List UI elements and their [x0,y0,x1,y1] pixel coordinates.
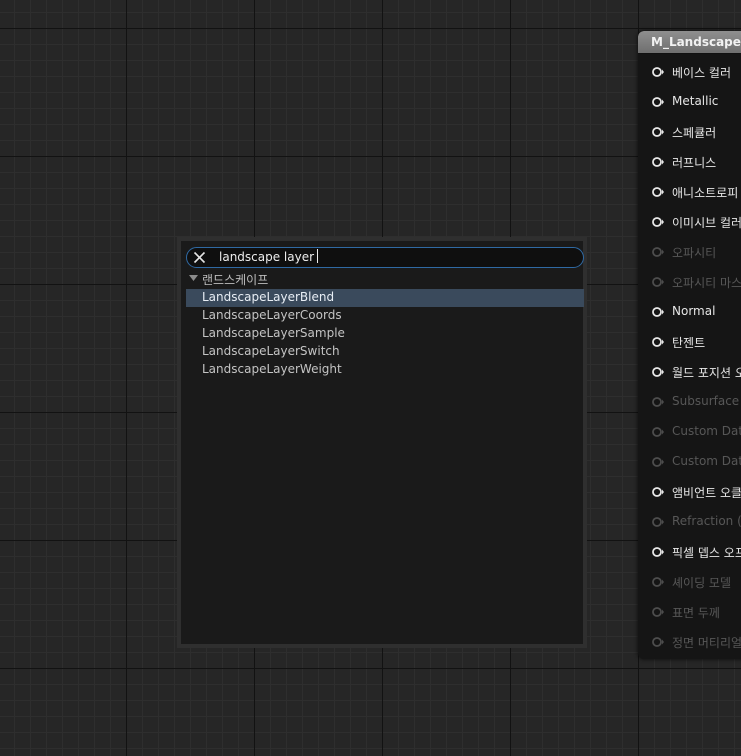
pin-label: Normal [672,304,716,318]
node-pin[interactable]: 오파시티 [638,242,741,262]
node-pin[interactable]: 정면 머티리얼 [638,632,741,652]
pin-connector-icon[interactable] [652,246,664,258]
node-pin[interactable]: Metallic [638,92,741,112]
node-pin[interactable]: 탄젠트 [638,332,741,352]
pin-label: 스페큘러 [672,126,717,140]
node-pin[interactable]: 애니소트로피 [638,182,741,202]
pin-connector-icon[interactable] [652,606,664,618]
action-menu: landscape layer 랜드스케이프 LandscapeLayerBle… [177,237,587,648]
result-label: LandscapeLayerSample [202,326,345,340]
pin-connector-icon[interactable] [652,216,664,228]
node-pin[interactable]: 월드 포지션 오프셋 [638,362,741,382]
category-header[interactable]: 랜드스케이프 [186,270,584,288]
node-pin[interactable]: 표면 두께 [638,602,741,622]
search-value: landscape layer [219,250,315,264]
action-menu-panel: landscape layer 랜드스케이프 LandscapeLayerBle… [181,241,584,644]
pin-label: 애니소트로피 [672,186,739,200]
pin-connector-icon[interactable] [652,336,664,348]
pin-label: 탄젠트 [672,336,706,350]
pin-connector-icon[interactable] [652,546,664,558]
pin-connector-icon[interactable] [652,276,664,288]
pin-connector-icon[interactable] [652,456,664,468]
pin-label: 월드 포지션 오프셋 [672,366,741,380]
collapse-arrow-icon[interactable] [189,275,198,282]
material-result-node[interactable]: M_Landscape 베이스 컬러 Metallic 스페큘러러프니스애니소트로피… [638,31,741,659]
pin-connector-icon[interactable] [652,366,664,378]
pin-label: Metallic [672,94,719,108]
node-pin[interactable]: 이미시브 컬러 [638,212,741,232]
pin-label: 러프니스 [672,156,717,170]
node-pin[interactable]: Custom Data 0 [638,422,741,442]
result-item[interactable]: LandscapeLayerBlend [186,289,584,307]
node-pin[interactable]: 픽셀 뎁스 오프셋 [638,542,741,562]
node-pin[interactable]: Refraction (Disabled) [638,512,741,532]
close-icon[interactable] [193,251,206,264]
node-pin[interactable]: 앰비언트 오클루전 [638,482,741,502]
pin-connector-icon[interactable] [652,396,664,408]
pin-label: 셰이딩 모델 [672,576,732,590]
result-item[interactable]: LandscapeLayerCoords [186,307,584,325]
pin-label: Refraction (Disabled) [672,514,741,528]
result-label: LandscapeLayerBlend [202,290,335,304]
text-caret [317,249,319,263]
node-pin[interactable]: Subsurface Color [638,392,741,412]
pin-connector-icon[interactable] [652,516,664,528]
pin-label: 오파시티 마스크 [672,276,741,290]
pin-label: 표면 두께 [672,606,720,620]
result-item[interactable]: LandscapeLayerSwitch [186,343,584,361]
category-label: 랜드스케이프 [202,273,269,287]
pin-connector-icon[interactable] [652,186,664,198]
result-list: LandscapeLayerBlend LandscapeLayerCoords L… [186,289,584,379]
pin-connector-icon[interactable] [652,96,664,108]
node-pin[interactable]: 오파시티 마스크 [638,272,741,292]
pin-label: Custom Data 0 [672,424,741,438]
pin-label: 베이스 컬러 [672,66,732,80]
pin-connector-icon[interactable] [652,576,664,588]
node-pin[interactable]: 베이스 컬러 [638,62,741,82]
result-item[interactable]: LandscapeLayerWeight [186,361,584,379]
node-pin[interactable]: Normal [638,302,741,322]
pin-label: Subsurface Color [672,394,741,408]
pin-connector-icon[interactable] [652,306,664,318]
pin-label: 이미시브 컬러 [672,216,741,230]
search-input[interactable]: landscape layer [186,247,584,268]
result-label: LandscapeLayerCoords [202,308,342,322]
node-pin[interactable]: 셰이딩 모델 [638,572,741,592]
pin-label: 정면 머티리얼 [672,636,741,650]
result-label: LandscapeLayerWeight [202,362,342,376]
result-label: LandscapeLayerSwitch [202,344,340,358]
pin-connector-icon[interactable] [652,486,664,498]
node-pin[interactable]: 러프니스 [638,152,741,172]
pin-connector-icon[interactable] [652,636,664,648]
pin-label: 오파시티 [672,246,717,260]
pin-label: Custom Data 1 [672,454,741,468]
node-pin[interactable]: 스페큘러 [638,122,741,142]
result-item[interactable]: LandscapeLayerSample [186,325,584,343]
node-pin[interactable]: Custom Data 1 [638,452,741,472]
search-text[interactable]: landscape layer [219,249,319,264]
node-header[interactable]: M_Landscape [638,31,741,54]
pin-connector-icon[interactable] [652,426,664,438]
pin-label: 픽셀 뎁스 오프셋 [672,546,741,560]
pin-connector-icon[interactable] [652,126,664,138]
pin-label: 앰비언트 오클루전 [672,486,741,500]
pin-connector-icon[interactable] [652,66,664,78]
pin-connector-icon[interactable] [652,156,664,168]
node-title: M_Landscape [651,35,741,49]
